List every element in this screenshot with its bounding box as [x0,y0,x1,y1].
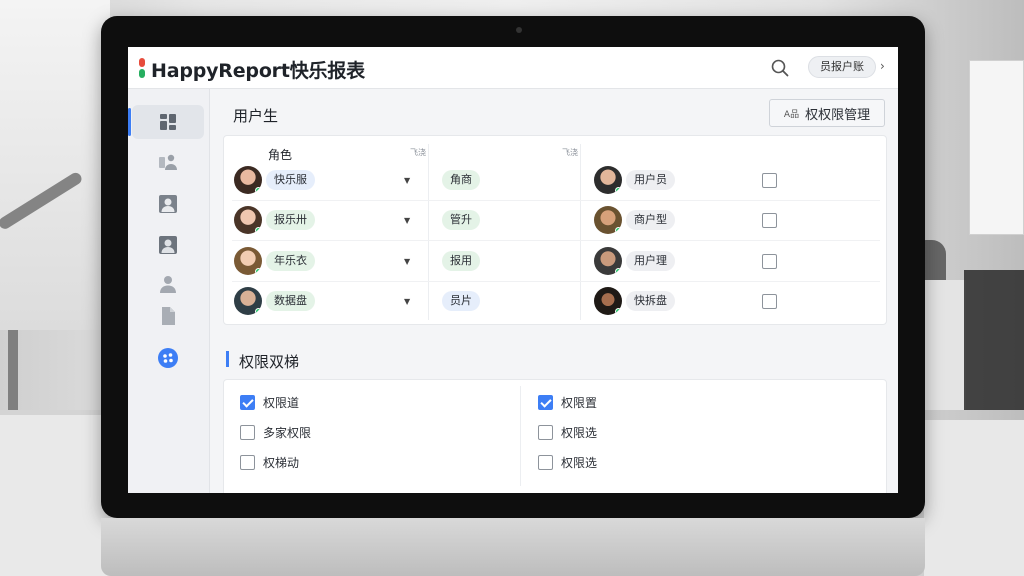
avatar [234,247,262,275]
app-title: HappyReport快乐报表 [151,60,365,82]
avatar [594,206,622,234]
page-title: 用户生 [233,107,279,125]
avatar [594,287,622,315]
user-chip[interactable]: 年乐衣 [266,251,315,271]
sidebar-item-dashboard[interactable] [128,105,204,139]
monitor-chin [101,518,925,576]
row-checkbox[interactable] [762,254,777,269]
chevron-right-icon[interactable]: › [880,59,885,73]
permissions-panel: 权限道 多家权限 权梯动 权限置 权限选 权限选 [223,379,887,493]
column-divider [428,144,429,320]
permission-label: 权梯动 [263,456,300,470]
chevron-down-icon[interactable]: ▼ [404,297,410,306]
document-icon [162,307,175,325]
checkbox[interactable] [538,455,553,470]
users-table: 角色 飞浇 飞浇 快乐服 ▼ 角商 用户员 报乐卅 ▼ 管升 商户型 年乐衣 ▼… [223,135,887,325]
background-right-desk [924,420,1024,576]
permission-option[interactable]: 权梯动 [240,454,299,471]
section-accent-bar [226,351,229,367]
avatar [234,206,262,234]
chevron-down-icon[interactable]: ▼ [404,176,410,185]
row-divider [232,281,880,282]
avatar [594,247,622,275]
permission-label: 多家权限 [263,426,312,440]
user-chip[interactable]: 用户理 [626,251,675,271]
chevron-down-icon[interactable]: ▼ [404,216,410,225]
role-chip[interactable]: 角商 [442,170,480,190]
background-wall-frame [969,60,1024,235]
checkbox[interactable] [240,425,255,440]
app-screen: HappyReport快乐报表 员报户账 › 用户生 A品 权权限管理 角色 飞… [128,47,898,493]
logo-icon [139,58,145,78]
user-chip[interactable]: 用户员 [626,170,675,190]
user-account-button[interactable]: 员报户账 [808,56,876,78]
user-chip[interactable]: 快乐服 [266,170,315,190]
column-header-role: 角色 [268,148,293,162]
user-chip[interactable]: 商户型 [626,210,675,230]
role-chip[interactable]: 员片 [442,291,480,311]
permissions-section-title: 权限双梯 [239,353,300,371]
main-content: 用户生 A品 权权限管理 角色 飞浇 飞浇 快乐服 ▼ 角商 用户员 报乐卅 ▼… [211,89,898,493]
user-chip[interactable]: 快拆盘 [626,291,675,311]
permission-label: 权限选 [561,426,598,440]
sidebar-item-documents[interactable] [132,299,204,333]
permission-option[interactable]: 多家权限 [240,424,311,441]
user-portrait-icon [159,195,177,213]
person-icon [160,276,176,293]
permission-management-button[interactable]: A品 权权限管理 [769,99,885,127]
role-chip[interactable]: 报用 [442,251,480,271]
sidebar-item-profile[interactable] [132,187,204,221]
avatar [234,287,262,315]
top-header: HappyReport快乐报表 员报户账 › [128,47,898,89]
row-checkbox[interactable] [762,294,777,309]
permission-option[interactable]: 权限道 [240,394,299,411]
dashboard-icon [160,114,176,130]
row-checkbox[interactable] [762,173,777,188]
manage-icon: A品 [783,109,800,120]
permission-label: 权限选 [561,456,598,470]
user-chip[interactable]: 数据盘 [266,291,315,311]
settings-gear-icon [158,348,178,368]
permission-option[interactable]: 权限选 [538,424,597,441]
sidebar [128,89,210,493]
background-monitor [964,270,1024,410]
column-divider [580,144,581,320]
permission-label: 权限道 [263,396,300,410]
permission-option[interactable]: 权限置 [538,394,597,411]
sort-icon[interactable]: 飞浇 [562,147,578,158]
sort-icon[interactable]: 飞浇 [410,147,426,158]
role-chip[interactable]: 管升 [442,210,480,230]
background-window [0,0,110,330]
checkbox-checked[interactable] [240,395,255,410]
search-icon[interactable] [770,58,790,78]
permission-label: 权限置 [561,396,598,410]
background-monitor-back [922,280,966,410]
users-icon [159,154,177,170]
permission-option[interactable]: 权限选 [538,454,597,471]
checkbox[interactable] [240,455,255,470]
row-divider [232,240,880,241]
sidebar-item-members[interactable] [132,228,204,262]
checkbox[interactable] [538,425,553,440]
row-checkbox[interactable] [762,213,777,228]
sidebar-item-settings[interactable] [132,341,204,375]
manage-button-label: 权权限管理 [805,107,871,123]
avatar [594,166,622,194]
sidebar-item-users[interactable] [132,145,204,179]
avatar [234,166,262,194]
column-divider [520,386,521,486]
chevron-down-icon[interactable]: ▼ [404,257,410,266]
webcam [516,27,522,33]
checkbox-checked[interactable] [538,395,553,410]
user-card-icon [159,236,177,254]
row-divider [232,200,880,201]
user-chip[interactable]: 报乐卅 [266,210,315,230]
sidebar-item-person[interactable] [132,267,204,301]
